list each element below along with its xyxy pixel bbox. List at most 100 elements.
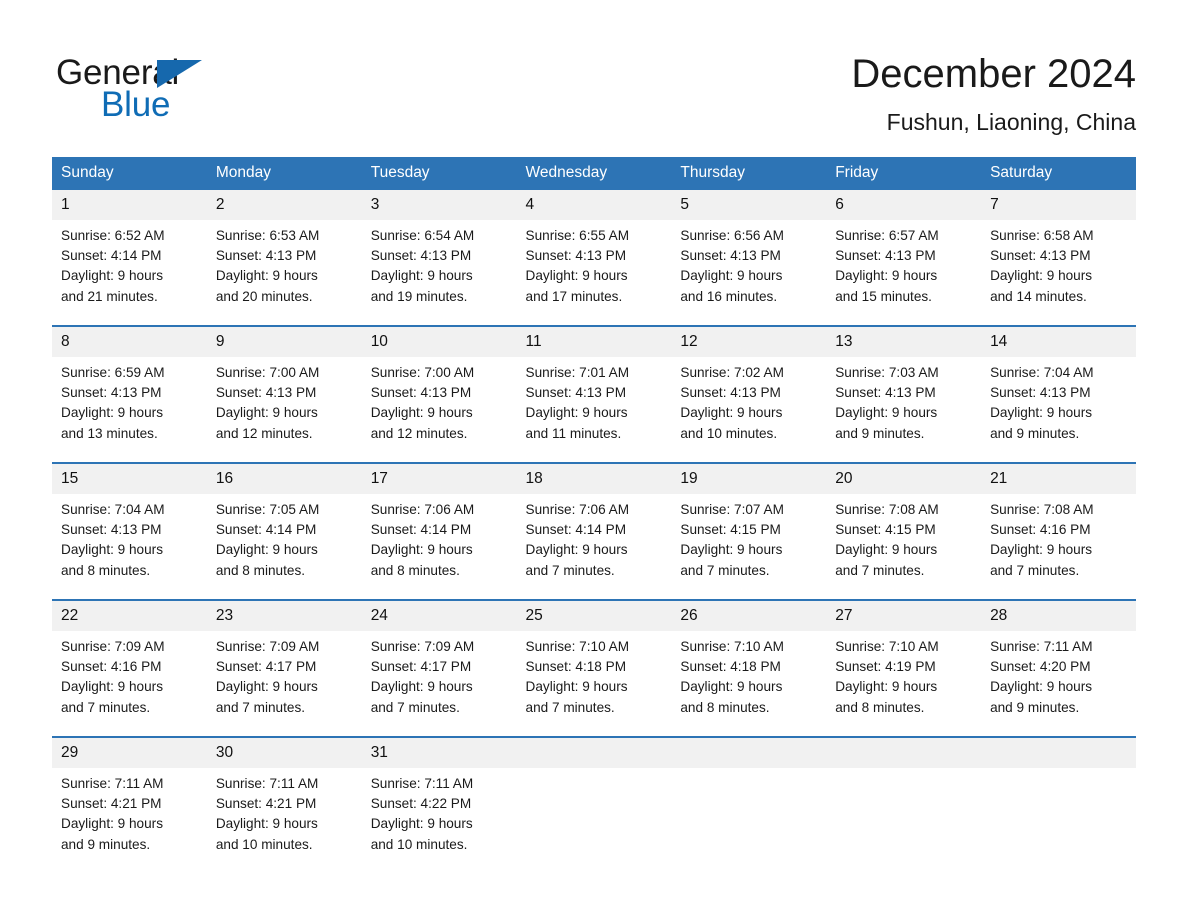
general-blue-logo[interactable]: General Blue <box>56 52 316 128</box>
sunset-text: Sunset: 4:13 PM <box>990 385 1091 401</box>
day-details: Sunrise: 6:55 AM Sunset: 4:13 PM Dayligh… <box>517 220 672 307</box>
daylight-text-line2: and 7 minutes. <box>370 699 460 715</box>
calendar-day-cell[interactable]: 22 Sunrise: 7:09 AM Sunset: 4:16 PM Dayl… <box>52 599 207 737</box>
daylight-text-line2: and 19 minutes. <box>370 288 468 304</box>
calendar-day-cell[interactable]: 31 Sunrise: 7:11 AM Sunset: 4:22 PM Dayl… <box>361 736 517 873</box>
calendar-day-cell[interactable]: 5 Sunrise: 6:56 AM Sunset: 4:13 PM Dayli… <box>671 190 827 326</box>
sunset-text: Sunset: 4:13 PM <box>61 522 162 538</box>
sunrise-text: Sunrise: 6:54 AM <box>370 228 475 243</box>
day-number: 16 <box>206 464 362 494</box>
sunrise-text: Sunrise: 7:11 AM <box>215 776 319 791</box>
calendar-day-cell[interactable]: 30 Sunrise: 7:11 AM Sunset: 4:21 PM Dayl… <box>206 736 362 873</box>
calendar-header-row-group: Sunday Monday Tuesday Wednesday Thursday… <box>52 157 1136 190</box>
sunrise-text: Sunrise: 7:09 AM <box>370 639 475 654</box>
calendar-day-cell[interactable]: 13 Sunrise: 7:03 AM Sunset: 4:13 PM Dayl… <box>826 325 982 463</box>
calendar-day-cell[interactable]: 3 Sunrise: 6:54 AM Sunset: 4:13 PM Dayli… <box>361 190 517 326</box>
day-details: Sunrise: 6:57 AM Sunset: 4:13 PM Dayligh… <box>826 220 981 307</box>
calendar-day-cell[interactable]: 7 Sunrise: 6:58 AM Sunset: 4:13 PM Dayli… <box>981 190 1136 326</box>
day-number: 1 <box>52 190 207 220</box>
calendar-day-cell[interactable]: 19 Sunrise: 7:07 AM Sunset: 4:15 PM Dayl… <box>671 462 827 600</box>
day-details: Sunrise: 7:08 AM Sunset: 4:15 PM Dayligh… <box>826 494 981 581</box>
daylight-text-line1: Daylight: 9 hours <box>370 679 473 695</box>
day-details <box>671 768 826 774</box>
calendar-day-cell[interactable]: 21 Sunrise: 7:08 AM Sunset: 4:16 PM Dayl… <box>981 462 1136 600</box>
daylight-text-line2: and 9 minutes. <box>990 699 1080 715</box>
day-details: Sunrise: 6:58 AM Sunset: 4:13 PM Dayligh… <box>981 220 1136 307</box>
sunrise-text: Sunrise: 7:08 AM <box>835 502 939 517</box>
calendar-day-cell[interactable]: 9 Sunrise: 7:00 AM Sunset: 4:13 PM Dayli… <box>206 325 362 463</box>
calendar-week-row: 22 Sunrise: 7:09 AM Sunset: 4:16 PM Dayl… <box>52 599 1136 737</box>
daylight-text-line2: and 7 minutes. <box>525 699 615 715</box>
day-details: Sunrise: 7:03 AM Sunset: 4:13 PM Dayligh… <box>826 357 981 444</box>
calendar-day-cell[interactable]: 24 Sunrise: 7:09 AM Sunset: 4:17 PM Dayl… <box>361 599 517 737</box>
daylight-text-line1: Daylight: 9 hours <box>835 679 938 695</box>
daylight-text-line2: and 11 minutes. <box>525 425 622 441</box>
weekday-header-tuesday: Tuesday <box>361 157 517 190</box>
sunrise-text: Sunrise: 7:07 AM <box>680 502 784 517</box>
day-number: 12 <box>671 327 827 357</box>
sunset-text: Sunset: 4:13 PM <box>370 385 472 401</box>
calendar-day-cell[interactable]: 23 Sunrise: 7:09 AM Sunset: 4:17 PM Dayl… <box>206 599 362 737</box>
title-block: December 2024 Fushun, Liaoning, China <box>851 48 1136 138</box>
sunset-text: Sunset: 4:14 PM <box>215 522 317 538</box>
day-details: Sunrise: 7:05 AM Sunset: 4:14 PM Dayligh… <box>207 494 362 581</box>
daylight-text-line1: Daylight: 9 hours <box>990 405 1093 421</box>
daylight-text-line2: and 10 minutes. <box>215 836 313 852</box>
daylight-text-line1: Daylight: 9 hours <box>370 405 473 421</box>
calendar-day-cell[interactable]: 6 Sunrise: 6:57 AM Sunset: 4:13 PM Dayli… <box>826 190 982 326</box>
day-details: Sunrise: 7:10 AM Sunset: 4:18 PM Dayligh… <box>671 631 826 718</box>
calendar-day-cell[interactable]: 27 Sunrise: 7:10 AM Sunset: 4:19 PM Dayl… <box>826 599 982 737</box>
daylight-text-line2: and 7 minutes. <box>61 699 151 715</box>
day-details <box>981 768 1136 774</box>
calendar-day-cell[interactable]: 4 Sunrise: 6:55 AM Sunset: 4:13 PM Dayli… <box>516 190 672 326</box>
daylight-text-line1: Daylight: 9 hours <box>370 816 473 832</box>
sunset-text: Sunset: 4:17 PM <box>370 659 472 675</box>
sunset-text: Sunset: 4:13 PM <box>990 248 1091 264</box>
calendar-day-cell[interactable]: 29 Sunrise: 7:11 AM Sunset: 4:21 PM Dayl… <box>52 736 207 873</box>
calendar-day-cell[interactable]: 16 Sunrise: 7:05 AM Sunset: 4:14 PM Dayl… <box>206 462 362 600</box>
sunset-text: Sunset: 4:13 PM <box>835 385 936 401</box>
calendar-day-cell[interactable]: 2 Sunrise: 6:53 AM Sunset: 4:13 PM Dayli… <box>206 190 362 326</box>
calendar-day-cell[interactable]: 15 Sunrise: 7:04 AM Sunset: 4:13 PM Dayl… <box>52 462 207 600</box>
sunset-text: Sunset: 4:13 PM <box>525 385 627 401</box>
calendar-day-cell-empty <box>671 736 827 873</box>
day-details: Sunrise: 7:04 AM Sunset: 4:13 PM Dayligh… <box>981 357 1136 444</box>
day-details: Sunrise: 7:00 AM Sunset: 4:13 PM Dayligh… <box>362 357 517 444</box>
daylight-text-line2: and 10 minutes. <box>370 836 468 852</box>
day-number: 31 <box>361 738 517 768</box>
calendar-day-cell[interactable]: 25 Sunrise: 7:10 AM Sunset: 4:18 PM Dayl… <box>516 599 672 737</box>
sunset-text: Sunset: 4:14 PM <box>525 522 627 538</box>
day-details: Sunrise: 7:06 AM Sunset: 4:14 PM Dayligh… <box>362 494 517 581</box>
daylight-text-line1: Daylight: 9 hours <box>990 542 1093 558</box>
day-details: Sunrise: 6:59 AM Sunset: 4:13 PM Dayligh… <box>52 357 207 444</box>
weekday-header-wednesday: Wednesday <box>516 157 672 190</box>
calendar-day-cell[interactable]: 14 Sunrise: 7:04 AM Sunset: 4:13 PM Dayl… <box>981 325 1136 463</box>
daylight-text-line2: and 16 minutes. <box>680 288 778 304</box>
calendar-day-cell[interactable]: 18 Sunrise: 7:06 AM Sunset: 4:14 PM Dayl… <box>516 462 672 600</box>
calendar-day-cell[interactable]: 10 Sunrise: 7:00 AM Sunset: 4:13 PM Dayl… <box>361 325 517 463</box>
sunrise-text: Sunrise: 7:04 AM <box>990 365 1094 380</box>
daylight-text-line1: Daylight: 9 hours <box>215 405 318 421</box>
daylight-text-line1: Daylight: 9 hours <box>370 542 473 558</box>
calendar-day-cell[interactable]: 1 Sunrise: 6:52 AM Sunset: 4:14 PM Dayli… <box>52 190 207 326</box>
calendar-day-cell[interactable]: 20 Sunrise: 7:08 AM Sunset: 4:15 PM Dayl… <box>826 462 982 600</box>
calendar-day-cell[interactable]: 8 Sunrise: 6:59 AM Sunset: 4:13 PM Dayli… <box>52 325 207 463</box>
day-details: Sunrise: 6:53 AM Sunset: 4:13 PM Dayligh… <box>207 220 362 307</box>
calendar-day-cell[interactable]: 11 Sunrise: 7:01 AM Sunset: 4:13 PM Dayl… <box>516 325 672 463</box>
calendar-day-cell[interactable]: 12 Sunrise: 7:02 AM Sunset: 4:13 PM Dayl… <box>671 325 827 463</box>
daylight-text-line2: and 8 minutes. <box>370 562 460 578</box>
day-details: Sunrise: 7:09 AM Sunset: 4:16 PM Dayligh… <box>52 631 207 718</box>
day-details: Sunrise: 6:52 AM Sunset: 4:14 PM Dayligh… <box>52 220 207 307</box>
daylight-text-line2: and 7 minutes. <box>215 699 306 715</box>
sunset-text: Sunset: 4:15 PM <box>680 522 781 538</box>
day-number: 26 <box>671 601 827 631</box>
calendar-day-cell[interactable]: 17 Sunrise: 7:06 AM Sunset: 4:14 PM Dayl… <box>361 462 517 600</box>
calendar-day-cell[interactable]: 28 Sunrise: 7:11 AM Sunset: 4:20 PM Dayl… <box>981 599 1136 737</box>
daylight-text-line1: Daylight: 9 hours <box>61 268 164 284</box>
sunset-text: Sunset: 4:16 PM <box>61 659 162 675</box>
calendar-day-cell[interactable]: 26 Sunrise: 7:10 AM Sunset: 4:18 PM Dayl… <box>671 599 827 737</box>
day-number: 14 <box>981 327 1136 357</box>
sunrise-text: Sunrise: 7:10 AM <box>835 639 939 654</box>
daylight-text-line2: and 7 minutes. <box>680 562 770 578</box>
calendar-week-row: 8 Sunrise: 6:59 AM Sunset: 4:13 PM Dayli… <box>52 325 1136 463</box>
